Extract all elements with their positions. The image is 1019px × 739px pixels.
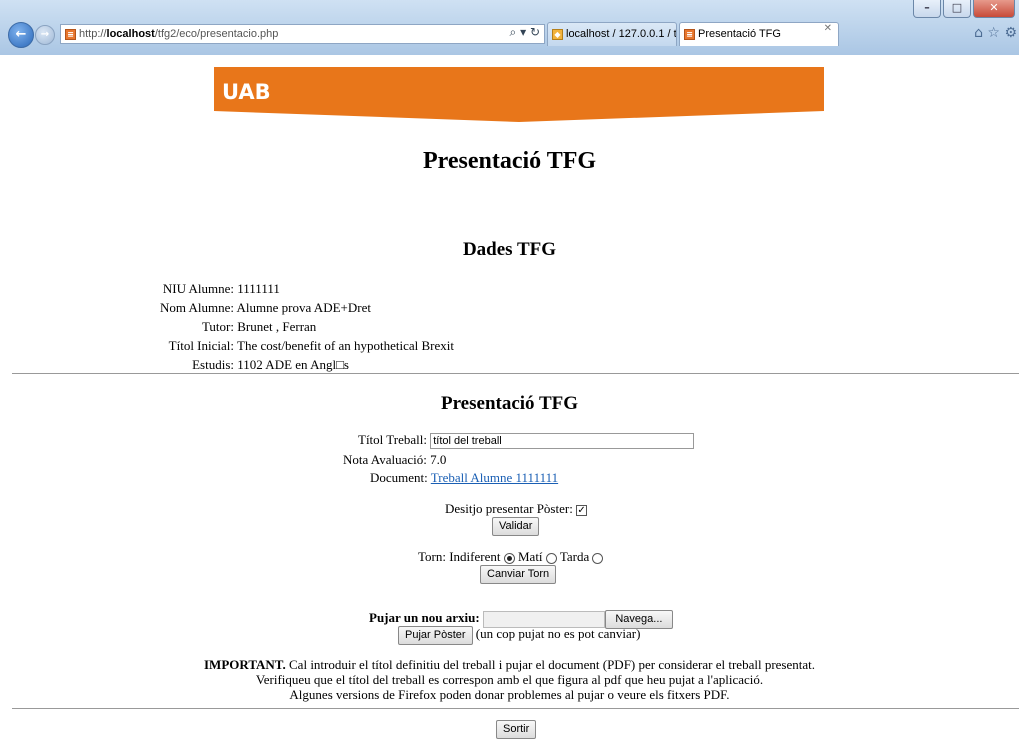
poster-row: Desitjo presentar Pòster: ✓	[445, 501, 588, 517]
dades-row-tutor: Tutor: Brunet , Ferran	[130, 317, 454, 336]
dades-value: 1102 ADE en Angl□s	[237, 357, 349, 372]
dades-row-niu: NIU Alumne: 1111111	[130, 279, 454, 298]
address-actions: ⌕ ▾ ↻	[509, 25, 540, 39]
presentacio-heading: Presentació TFG	[440, 393, 579, 414]
titol-treball-row: Títol Treball:	[358, 432, 695, 450]
forward-button[interactable]: →	[35, 25, 55, 45]
title-bar: – □ ✕	[0, 0, 1019, 18]
page-favicon-icon: ≡	[684, 28, 695, 40]
document-row: Document: Treball Alumne 1111111	[370, 470, 558, 486]
dades-label: Estudis:	[192, 357, 234, 372]
back-button[interactable]: ←	[8, 22, 34, 48]
titol-treball-label: Títol Treball:	[358, 432, 427, 447]
document-link[interactable]: Treball Alumne 1111111	[431, 470, 558, 485]
uab-header-banner: UAB	[214, 67, 824, 122]
dades-row-nom: Nom Alumne: Alumne prova ADE+Dret	[130, 298, 454, 317]
dades-value: Brunet , Ferran	[237, 319, 317, 334]
sortir-row: Sortir	[496, 720, 537, 739]
dades-value: Alumne prova ADE+Dret	[236, 300, 371, 315]
poster-checkbox[interactable]: ✓	[576, 504, 588, 516]
dades-value: The cost/benefit of an hypothetical Brex…	[237, 338, 454, 353]
url-prefix: http://	[79, 28, 107, 40]
torn-tarda-radio[interactable]	[592, 552, 604, 564]
dades-label: NIU Alumne:	[162, 281, 234, 296]
notice-line-1: IMPORTANT. Cal introduir el títol defini…	[0, 657, 1019, 672]
notice-line-2: Verifiqueu que el títol del treball es c…	[255, 672, 764, 687]
phpmyadmin-favicon-icon: ◆	[552, 28, 563, 40]
file-path-field[interactable]	[482, 610, 605, 628]
dades-value: 1111111	[237, 281, 280, 296]
back-arrow-icon: ←	[15, 27, 27, 42]
notice-text-1: Cal introduir el títol definitiu del tre…	[289, 657, 815, 672]
torn-row: Torn: Indiferent Matí Tarda	[418, 549, 604, 565]
url-path: /tfg2/eco/presentacio.php	[154, 28, 279, 40]
poster-label: Desitjo presentar Pòster:	[445, 501, 573, 516]
dades-heading: Dades TFG	[462, 239, 557, 260]
torn-mati-label: Matí	[517, 549, 543, 564]
torn-indiferent-radio[interactable]	[503, 552, 515, 564]
close-tab-icon[interactable]: ✕	[824, 23, 832, 34]
validar-row: Validar	[492, 517, 540, 536]
settings-gear-icon[interactable]: ⚙	[1004, 25, 1017, 41]
window-controls: – □ ✕	[913, 0, 1015, 18]
tab-label: localhost / 127.0.0.1 / tfg1415 /...	[566, 28, 677, 40]
page-favicon-icon: ≡	[65, 28, 76, 40]
dades-row-titol-inicial: Títol Inicial: The cost/benefit of an hy…	[130, 336, 454, 355]
pujar-note: (un cop pujat no es pot canviar)	[475, 626, 641, 641]
url-host: localhost	[106, 28, 155, 40]
document-label: Document:	[370, 470, 428, 485]
navigation-bar: ← → ≡ http://localhost/tfg2/eco/presentac…	[0, 22, 1019, 48]
nota-value: 7.0	[430, 452, 447, 467]
url-text: http://localhost/tfg2/eco/presentacio.ph…	[79, 28, 278, 40]
notice-bold: IMPORTANT.	[204, 657, 286, 672]
page-title: Presentació TFG	[422, 148, 597, 174]
dades-table: NIU Alumne: 1111111 Nom Alumne: Alumne p…	[130, 279, 454, 374]
dades-label: Nom Alumne:	[159, 300, 234, 315]
home-icon[interactable]: ⌂	[974, 25, 983, 41]
validar-button[interactable]: Validar	[492, 517, 540, 536]
torn-mati-radio[interactable]	[545, 552, 557, 564]
refresh-icon[interactable]: ↻	[530, 25, 540, 39]
nota-label: Nota Avaluació:	[343, 452, 427, 467]
close-window-button[interactable]: ✕	[973, 0, 1015, 18]
notice-line-3: Algunes versions de Firefox poden donar …	[289, 687, 730, 702]
tab-presentacio[interactable]: ≡ Presentació TFG ✕	[679, 22, 839, 46]
dades-label: Títol Inicial:	[168, 338, 234, 353]
forward-arrow-icon: →	[40, 29, 50, 40]
tab-phpmyadmin[interactable]: ◆localhost / 127.0.0.1 / tfg1415 /...	[547, 22, 677, 46]
pujar-poster-button[interactable]: Pujar Pòster	[398, 626, 473, 645]
dades-label: Tutor:	[201, 319, 234, 334]
maximize-button[interactable]: □	[943, 0, 971, 18]
browser-chrome: – □ ✕ ← → ≡ http://localhost/tfg2/eco/pre…	[0, 0, 1019, 55]
address-bar[interactable]: ≡ http://localhost/tfg2/eco/presentacio.p…	[60, 24, 545, 44]
pujar-row: Pujar Pòster (un cop pujat no es pot can…	[398, 626, 640, 645]
sortir-button[interactable]: Sortir	[496, 720, 537, 739]
dades-row-estudis: Estudis: 1102 ADE en Angl□s	[130, 355, 454, 374]
torn-indiferent-label: Torn: Indiferent	[418, 549, 501, 564]
minimize-button[interactable]: –	[913, 0, 941, 18]
section-divider	[12, 373, 1019, 374]
titol-treball-input[interactable]	[430, 433, 695, 450]
upload-label: Pujar un nou arxiu:	[369, 610, 480, 625]
canviar-torn-button[interactable]: Canviar Torn	[480, 565, 557, 584]
canviar-torn-row: Canviar Torn	[480, 565, 557, 584]
nota-row: Nota Avaluació: 7.0	[343, 452, 446, 468]
search-icon[interactable]: ⌕	[510, 25, 517, 39]
toolbar-icons: ⌂ ☆ ⚙	[974, 25, 1017, 41]
favorites-star-icon[interactable]: ☆	[987, 25, 1000, 41]
bottom-divider	[12, 708, 1019, 709]
uab-logo: UAB	[222, 80, 271, 104]
important-notice: IMPORTANT. Cal introduir el títol defini…	[0, 657, 1019, 702]
torn-tarda-label: Tarda	[559, 549, 590, 564]
tab-label: Presentació TFG	[698, 28, 781, 40]
